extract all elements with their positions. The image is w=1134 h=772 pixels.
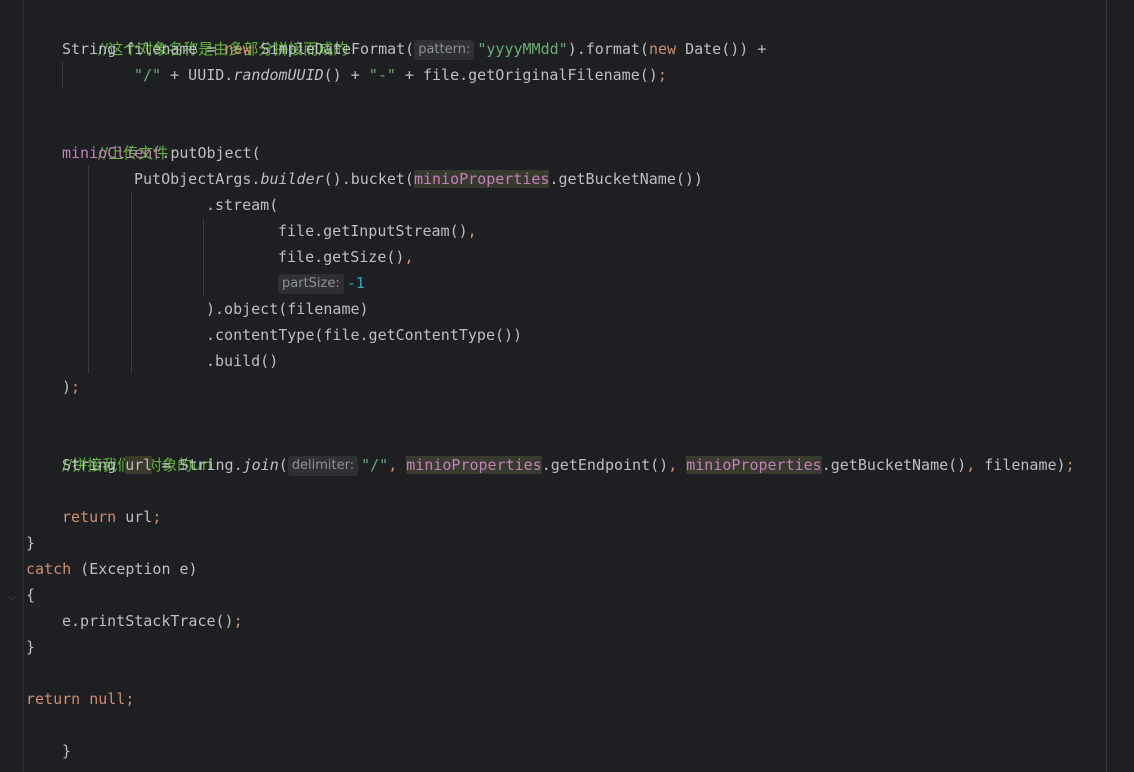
right-margin-guide <box>1106 0 1107 772</box>
code-line[interactable]: "/" + UUID.randomUUID() + "-" + file.get… <box>134 62 667 88</box>
parameter-hint: partSize: <box>278 274 344 294</box>
code-method: builder <box>260 170 324 188</box>
indent-guide <box>203 218 204 296</box>
code-token: String <box>62 456 126 474</box>
code-line[interactable]: String url = String.join(delimiter: "/", … <box>62 452 1075 478</box>
code-punct: ; <box>233 612 243 630</box>
code-token: = <box>197 40 225 58</box>
code-line[interactable]: //上传文件 <box>62 114 168 162</box>
code-token: .stream( <box>206 196 279 214</box>
code-token: .build() <box>206 352 279 370</box>
code-token: } <box>26 638 36 656</box>
code-token: PutObjectArgs. <box>134 170 261 188</box>
code-token: + UUID. <box>161 66 234 84</box>
code-token: String <box>62 40 117 58</box>
code-keyword: new <box>648 40 677 58</box>
code-number: -1 <box>346 274 365 292</box>
code-punct: ; <box>71 378 81 396</box>
code-line[interactable]: .stream( <box>206 192 278 218</box>
code-punct: , <box>388 456 407 474</box>
code-line[interactable]: partSize: -1 <box>278 270 365 296</box>
code-field-highlight: minioProperties <box>413 170 550 188</box>
code-punct: , <box>467 222 477 240</box>
code-token: filename <box>125 40 198 58</box>
code-keyword: return <box>26 690 81 708</box>
code-token: .getBucketName()) <box>549 170 703 188</box>
code-field-highlight: minioProperties <box>686 456 822 474</box>
code-line[interactable]: file.getSize(), <box>278 244 413 270</box>
code-punct: ; <box>1065 456 1075 474</box>
code-token: + file.getOriginalFilename() <box>395 66 658 84</box>
code-token: url <box>116 508 153 526</box>
code-line[interactable]: minioClient.putObject( <box>62 140 261 166</box>
indent-guide <box>131 192 132 374</box>
code-line[interactable]: file.getInputStream(), <box>278 218 477 244</box>
code-method: randomUUID <box>233 66 324 84</box>
code-token: ) <box>62 378 72 396</box>
code-string: "/" <box>361 456 389 474</box>
code-token: .getBucketName() <box>821 456 967 474</box>
code-token: ).object(filename) <box>206 300 369 318</box>
code-punct: ; <box>657 66 667 84</box>
code-field-highlight: minioProperties <box>406 456 542 474</box>
code-token: .putObject( <box>161 144 261 162</box>
code-token: .contentType(file.getContentType()) <box>206 326 523 344</box>
code-line[interactable]: { <box>26 582 35 608</box>
code-line[interactable]: .contentType(file.getContentType()) <box>206 322 522 348</box>
code-token: } <box>26 534 36 552</box>
code-string: "-" <box>368 66 396 84</box>
code-token: ( <box>278 456 288 474</box>
fold-chevron-icon[interactable]: ⌵ <box>8 590 16 604</box>
indent-guide <box>88 166 89 374</box>
code-line[interactable]: } <box>26 530 35 556</box>
code-keyword: null <box>89 690 126 708</box>
code-token: .getEndpoint() <box>541 456 669 474</box>
code-keyword: new <box>224 40 252 58</box>
code-line[interactable]: } <box>26 634 35 660</box>
code-punct: ; <box>125 690 135 708</box>
code-keyword: catch <box>26 560 72 578</box>
parameter-hint: pattern: <box>414 40 475 60</box>
code-token: { <box>26 586 36 604</box>
code-line[interactable]: .build() <box>206 348 278 374</box>
code-token: } <box>62 742 72 760</box>
code-line[interactable]: //这个对象名称是由多部分拼接而成的 <box>62 10 348 58</box>
code-line[interactable]: return url; <box>62 504 161 530</box>
code-punct: ; <box>152 508 162 526</box>
code-token: ).format( <box>567 40 649 58</box>
code-token: = String. <box>152 456 243 474</box>
code-line[interactable]: PutObjectArgs.builder().bucket(minioProp… <box>134 166 703 192</box>
code-token: file.getSize() <box>278 248 405 266</box>
code-string: "/" <box>134 66 162 84</box>
code-string: "yyyyMMdd" <box>477 40 568 58</box>
code-token: ().bucket( <box>323 170 414 188</box>
code-variable-highlight: url <box>125 456 153 474</box>
code-line[interactable]: } <box>62 738 71 764</box>
code-line[interactable]: e.printStackTrace(); <box>62 608 243 634</box>
code-editor[interactable]: ⌵ //这个对象名称是由多部分拼接而成的 String filename = n… <box>0 0 1134 772</box>
code-token: () + <box>323 66 369 84</box>
code-punct: , <box>966 456 985 474</box>
code-line[interactable]: return null; <box>26 686 134 712</box>
gutter-divider <box>23 0 24 772</box>
code-line[interactable]: String filename = new SimpleDateFormat(p… <box>62 36 766 62</box>
code-line[interactable]: catch (Exception e) <box>26 556 198 582</box>
code-token: (Exception e) <box>71 560 198 578</box>
code-punct: , <box>404 248 414 266</box>
code-line[interactable]: ); <box>62 374 80 400</box>
code-token: file.getInputStream() <box>278 222 468 240</box>
code-keyword: return <box>62 508 117 526</box>
code-token: SimpleDateFormat( <box>260 40 415 58</box>
code-token: e.printStackTrace() <box>62 612 234 630</box>
code-punct: , <box>668 456 687 474</box>
code-token: Date()) + <box>676 40 767 58</box>
code-method: join <box>242 456 279 474</box>
code-line[interactable]: //拼接我们的对象的url <box>26 426 212 474</box>
code-field: minioClient <box>62 144 162 162</box>
code-line[interactable]: ).object(filename) <box>206 296 369 322</box>
code-token: filename) <box>984 456 1066 474</box>
parameter-hint: delimiter: <box>287 456 359 476</box>
